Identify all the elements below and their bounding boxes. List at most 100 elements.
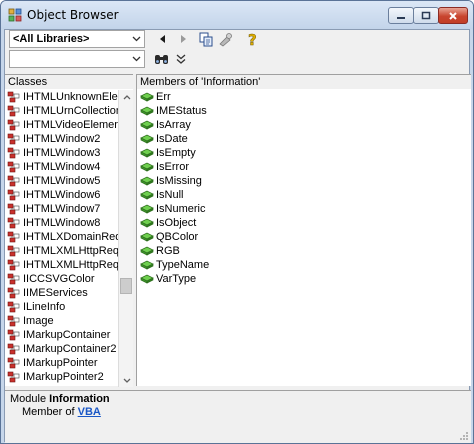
list-item[interactable]: VarType (137, 272, 467, 286)
list-item-label: Image (23, 315, 54, 327)
list-item[interactable]: IIMEServices (5, 286, 118, 300)
list-item[interactable]: IHTMLWindow6 (5, 188, 118, 202)
list-item[interactable]: ILineInfo (5, 300, 118, 314)
list-item-label: IHTMLWindow5 (23, 175, 101, 187)
list-item[interactable]: IHTMLXMLHttpRequ (5, 244, 118, 258)
method-icon (140, 246, 154, 256)
class-module-icon (7, 189, 20, 201)
list-item[interactable]: IsObject (137, 216, 467, 230)
list-item[interactable]: IMarkupPointer2 (5, 370, 118, 384)
chevron-down-icon (123, 378, 130, 383)
list-item[interactable]: IICCSVGColor (5, 272, 118, 286)
list-item[interactable]: QBColor (137, 230, 467, 244)
list-item[interactable]: IsDate (137, 132, 467, 146)
method-icon (140, 106, 154, 116)
list-item[interactable]: IsNull (137, 188, 467, 202)
copy-to-clipboard-icon[interactable] (198, 31, 214, 47)
list-item[interactable]: IHTMLWindow2 (5, 132, 118, 146)
resize-grip-icon[interactable] (459, 431, 469, 441)
chevron-down-icon[interactable] (128, 51, 144, 67)
list-item[interactable]: IHTMLXMLHttpRequ (5, 258, 118, 272)
class-module-icon (7, 259, 20, 271)
list-item-label: ILineInfo (23, 301, 66, 313)
class-module-icon (7, 91, 20, 103)
list-item[interactable]: IHTMLWindow5 (5, 174, 118, 188)
list-item-label: IsArray (156, 119, 191, 131)
binoculars-search-icon[interactable] (153, 51, 169, 67)
show-hide-results-icon[interactable] (173, 51, 189, 67)
view-definition-icon[interactable] (217, 31, 233, 47)
list-item-label: VarType (156, 273, 197, 285)
class-module-icon (7, 287, 20, 299)
list-item[interactable]: IHTMLUnknownElen (5, 90, 118, 104)
class-module-icon (7, 301, 20, 313)
list-item[interactable]: IsMissing (137, 174, 467, 188)
list-item[interactable]: IHTMLWindow4 (5, 160, 118, 174)
list-item[interactable]: IMarkupPointer (5, 356, 118, 370)
classes-list[interactable]: IHTMLUnknownElen IHTMLUrnCollection IHTMLV… (5, 90, 118, 384)
method-icon (140, 218, 154, 228)
list-item[interactable]: IsArray (137, 118, 467, 132)
list-item[interactable]: IHTMLVideoElement (5, 118, 118, 132)
scroll-up-button[interactable] (119, 90, 134, 104)
list-item[interactable]: IMarkupContainer2 (5, 342, 118, 356)
chevron-down-icon[interactable] (128, 31, 144, 47)
class-module-icon (7, 119, 20, 131)
class-module-icon (7, 217, 20, 229)
minimize-icon (397, 16, 405, 19)
help-icon[interactable]: ? (245, 31, 261, 47)
list-item[interactable]: IHTMLWindow3 (5, 146, 118, 160)
list-item[interactable]: IsNumeric (137, 202, 467, 216)
list-item[interactable]: IMEStatus (137, 104, 467, 118)
classes-scrollbar[interactable] (118, 90, 133, 387)
window-title: Object Browser (27, 8, 119, 22)
list-item-label: IsDate (156, 133, 188, 145)
method-icon (140, 148, 154, 158)
list-item[interactable]: IsEmpty (137, 146, 467, 160)
list-item-label: QBColor (156, 231, 199, 243)
list-item-label: IMarkupPointer (23, 357, 98, 369)
classes-header: Classes (5, 75, 133, 89)
list-item-label: TypeName (156, 259, 210, 271)
list-item-label: Err (156, 91, 171, 103)
list-item-label: RGB (156, 245, 180, 257)
minimize-button[interactable] (388, 7, 414, 24)
list-item[interactable]: IHTMLXDomainRequ (5, 230, 118, 244)
maximize-button[interactable] (413, 7, 439, 24)
go-forward-icon[interactable] (175, 31, 191, 47)
list-item[interactable]: TypeName (137, 258, 467, 272)
class-module-icon (7, 231, 20, 243)
class-module-icon (7, 161, 20, 173)
details-definition: Module Information (10, 393, 110, 405)
scroll-thumb[interactable] (120, 278, 132, 294)
go-back-icon[interactable] (155, 31, 171, 47)
list-item-label: IsMissing (156, 175, 202, 187)
library-dropdown[interactable]: <All Libraries> (9, 30, 145, 48)
class-module-icon (7, 105, 20, 117)
close-button[interactable] (438, 7, 468, 24)
list-item[interactable]: IHTMLWindow7 (5, 202, 118, 216)
list-item[interactable]: IsError (137, 160, 467, 174)
library-dropdown-value: <All Libraries> (13, 33, 90, 45)
class-module-icon (7, 343, 20, 355)
library-link[interactable]: VBA (78, 406, 101, 418)
search-text-input[interactable] (9, 50, 145, 68)
title-bar[interactable]: Object Browser (1, 1, 473, 29)
list-item[interactable]: IHTMLWindow8 (5, 216, 118, 230)
list-item-label: IsObject (156, 217, 197, 229)
object-browser-window: Object Browser <All Libraries> ? Classes… (0, 0, 474, 444)
list-item-label: IMarkupPointer2 (23, 371, 104, 383)
scroll-down-button[interactable] (119, 373, 134, 387)
list-item[interactable]: Err (137, 90, 467, 104)
list-item[interactable]: IMarkupContainer (5, 328, 118, 342)
list-item[interactable]: RGB (137, 244, 467, 258)
list-item[interactable]: Image (5, 314, 118, 328)
list-item-label: IHTMLWindow6 (23, 189, 101, 201)
list-item[interactable]: IHTMLUrnCollection (5, 104, 118, 118)
object-browser-client: <All Libraries> ? Classes IHTMLUnknownEl… (4, 29, 471, 443)
class-module-icon (7, 273, 20, 285)
details-name: Information (49, 393, 110, 405)
members-list[interactable]: Err IMEStatus IsArray IsDate IsEmpty IsError I… (137, 90, 467, 286)
class-module-icon (7, 147, 20, 159)
list-item-label: IHTMLXMLHttpRequ (23, 245, 118, 257)
